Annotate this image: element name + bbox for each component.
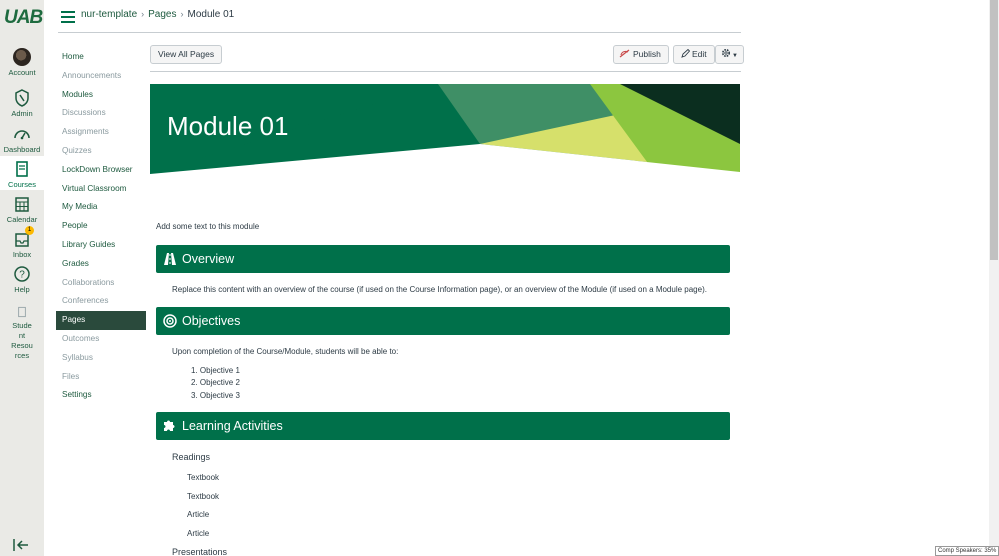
breadcrumb-current: Module 01 (187, 9, 235, 20)
course-nav-virtual-classroom[interactable]: Virtual Classroom (56, 180, 146, 199)
breadcrumb-pages[interactable]: Pages (148, 9, 176, 20)
svg-text:?: ? (19, 270, 25, 281)
inbox-badge: 1 (25, 226, 34, 235)
publish-button[interactable]: Publish (613, 45, 669, 64)
publish-label: Publish (633, 49, 661, 59)
course-nav-pages[interactable]: Pages (56, 311, 146, 330)
dashboard-label: Dashboard (3, 145, 41, 154)
learning-activities-header: Learning Activities (156, 412, 730, 440)
course-nav-grades[interactable]: Grades (56, 255, 146, 274)
course-nav-library-guides[interactable]: Library Guides (56, 236, 146, 255)
course-nav-outcomes[interactable]: Outcomes (56, 330, 146, 349)
objective-item: 1. Objective 1 (191, 366, 240, 375)
course-nav-modules[interactable]: Modules (56, 86, 146, 105)
course-nav-collaborations[interactable]: Collaborations (56, 274, 146, 293)
overview-text: Replace this content with an overview of… (172, 285, 707, 294)
course-nav-announcements[interactable]: Announcements (56, 67, 146, 86)
global-nav-dashboard[interactable]: Dashboard (0, 125, 44, 154)
account-avatar (13, 48, 31, 66)
course-nav-my-media[interactable]: My Media (56, 198, 146, 217)
unpublished-icon (619, 49, 630, 58)
svg-text:UAB: UAB (4, 7, 43, 28)
view-all-pages-button[interactable]: View All Pages (150, 45, 223, 64)
global-nav-student-resources[interactable]: Stude nt Resou rces (0, 305, 44, 361)
puzzle-icon (164, 420, 175, 431)
global-nav-admin[interactable]: Admin (0, 89, 44, 118)
course-nav-discussions[interactable]: Discussions (56, 104, 146, 123)
global-nav-courses[interactable]: Courses (0, 156, 44, 190)
course-nav-assignments[interactable]: Assignments (56, 123, 146, 142)
admin-label: Admin (11, 109, 33, 118)
uab-logo[interactable]: UAB (2, 4, 44, 28)
gear-icon (721, 48, 731, 58)
road-icon (164, 253, 176, 265)
global-nav-account[interactable]: Account (0, 48, 44, 77)
objectives-text: Upon completion of the Course/Module, st… (172, 347, 399, 356)
courses-label: Courses (8, 180, 36, 189)
breadcrumb-course[interactable]: nur-template (81, 9, 137, 20)
help-icon: ? (14, 266, 30, 282)
scrollbar-thumb[interactable] (990, 0, 998, 260)
course-nav-quizzes[interactable]: Quizzes (56, 142, 146, 161)
toolbar-divider (150, 71, 741, 72)
breadcrumb: nur-template › Pages › Module 01 (81, 9, 234, 20)
book-icon (16, 161, 28, 177)
objectives-header: Objectives (156, 307, 730, 335)
objectives-title: Objectives (182, 314, 241, 328)
course-nav-syllabus[interactable]: Syllabus (56, 349, 146, 368)
reading-item: Article (187, 529, 210, 538)
global-nav-inbox[interactable]: 1 Inbox (0, 226, 44, 259)
overview-header: Overview (156, 245, 730, 273)
breadcrumb-separator-icon: › (180, 9, 184, 19)
course-nav-lockdown-browser[interactable]: LockDown Browser (56, 161, 146, 180)
reading-item: Article (187, 510, 210, 519)
banner-title: Module 01 (167, 111, 289, 141)
account-label: Account (8, 68, 36, 77)
collapse-nav-icon[interactable] (13, 538, 29, 552)
inbox-label: Inbox (12, 250, 32, 259)
course-nav-settings[interactable]: Settings (56, 386, 146, 405)
readings-label: Readings (172, 452, 211, 462)
global-nav-calendar[interactable]: Calendar (0, 195, 44, 224)
settings-menu-button[interactable]: ▼ (715, 45, 744, 64)
global-nav: UAB Account Admin Dashboard Courses Cale… (0, 0, 44, 556)
pencil-icon (681, 48, 691, 58)
reading-item: Textbook (187, 473, 220, 482)
course-nav-files[interactable]: Files (56, 368, 146, 387)
course-nav: Home Announcements Modules Discussions Assig… (56, 48, 146, 405)
shield-icon (15, 89, 29, 107)
breadcrumb-separator-icon: › (141, 9, 145, 19)
objective-item: 2. Objective 2 (191, 378, 240, 387)
help-label: Help (14, 285, 30, 294)
global-nav-help[interactable]: ? Help (0, 265, 44, 294)
calendar-label: Calendar (6, 215, 38, 224)
objective-item: 3. Objective 3 (191, 391, 240, 400)
course-nav-home[interactable]: Home (56, 48, 146, 67)
edit-label: Edit (692, 49, 707, 59)
page-scrollbar[interactable] (989, 0, 999, 556)
student-resources-label: Stude nt Resou rces (11, 321, 33, 360)
reading-item: Textbook (187, 492, 220, 501)
calendar-icon (15, 197, 29, 212)
target-icon (163, 314, 177, 328)
learning-activities-title: Learning Activities (182, 419, 283, 433)
caret-down-icon: ▼ (732, 53, 738, 59)
course-nav-people[interactable]: People (56, 217, 146, 236)
course-nav-conferences[interactable]: Conferences (56, 292, 146, 311)
page-icon (18, 306, 26, 318)
dashboard-icon (14, 130, 30, 140)
header-divider (58, 32, 741, 33)
edit-button[interactable]: Edit (673, 45, 715, 64)
presentations-label: Presentations (172, 547, 228, 556)
status-tooltip: Comp Speakers: 35% (935, 546, 999, 556)
overview-title: Overview (182, 252, 235, 266)
intro-text: Add some text to this module (156, 222, 260, 231)
hamburger-menu-icon[interactable] (61, 11, 75, 23)
